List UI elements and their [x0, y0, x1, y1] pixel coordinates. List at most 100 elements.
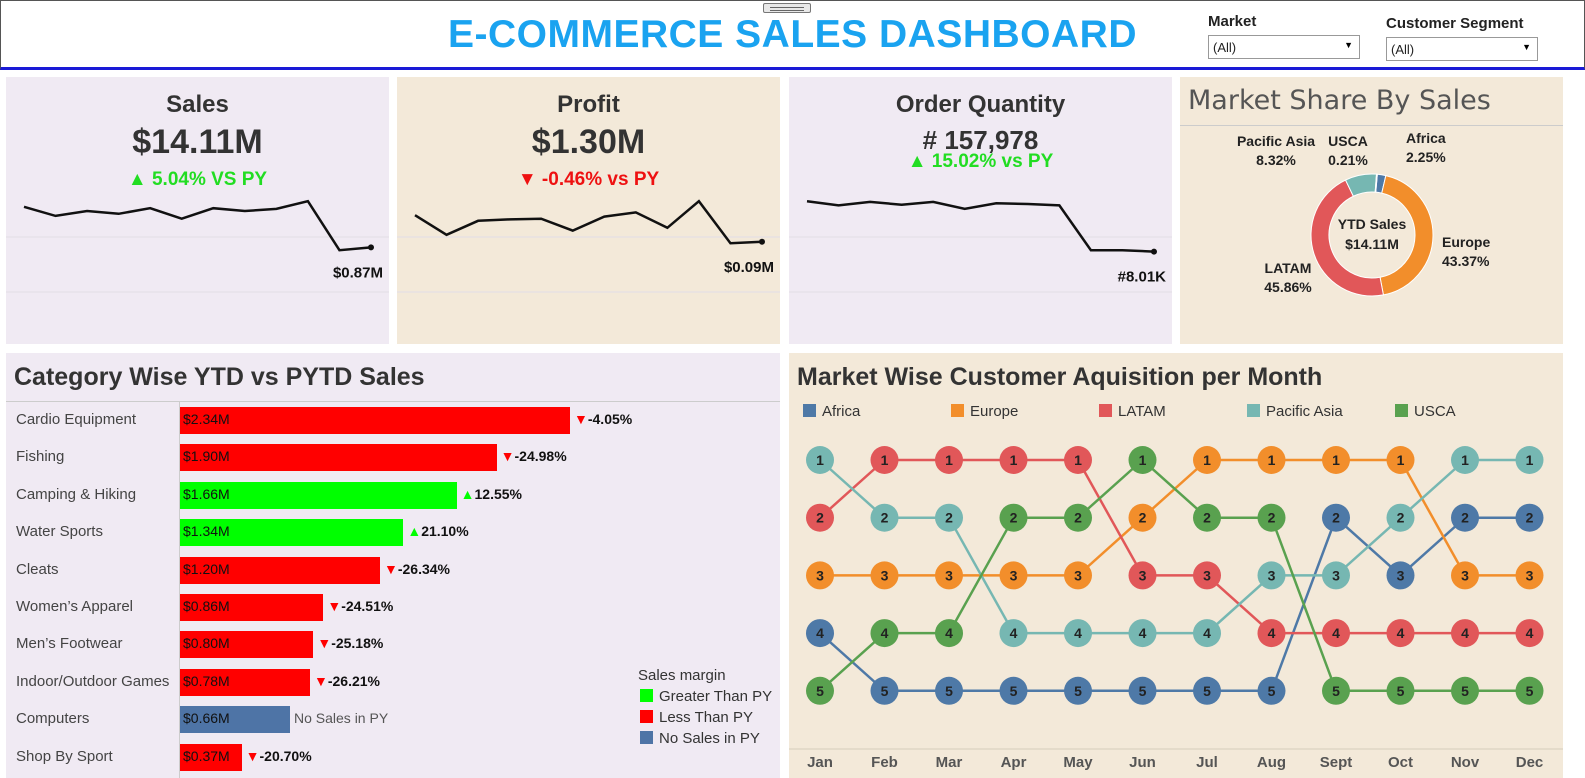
down-triangle-icon: ▼: [500, 448, 515, 465]
series-point-label: 5: [816, 683, 824, 699]
market-share-donut: Africa 2.25% Europe 43.37% LATAM 45.86% Pacifi…: [1237, 130, 1490, 297]
series-point-label: 1: [1526, 452, 1534, 468]
down-triangle-icon: ▼: [384, 560, 398, 577]
customer-segment-filter-dropdown[interactable]: (All) ▼: [1386, 37, 1538, 61]
category-bar-value: $0.78M: [183, 672, 230, 689]
series-point-label: 2: [1461, 510, 1469, 526]
kpi-orders-card: Order Quantity # 157,978 ▲ 15.02% vs PY …: [789, 77, 1172, 344]
market-filter-dropdown[interactable]: (All) ▼: [1208, 35, 1360, 59]
category-bar-value: $0.37M: [183, 747, 230, 764]
category-bar-value: $1.66M: [183, 485, 230, 502]
customer-segment-filter: Customer Segment (All) ▼: [1386, 15, 1538, 61]
sales-margin-legend-title: Sales margin: [638, 667, 726, 684]
series-point-label: 4: [1332, 625, 1340, 641]
series-point-label: 1: [1461, 452, 1469, 468]
donut-label-name: USCA: [1328, 133, 1368, 149]
series-point-label: 1: [1074, 452, 1082, 468]
category-label: Cardio Equipment: [16, 411, 137, 428]
series-point-label: 5: [1397, 683, 1405, 699]
x-tick-label: Jan: [807, 754, 833, 771]
donut-label-name: Africa: [1406, 130, 1446, 146]
series-point-label: 5: [1268, 683, 1276, 699]
dashboard-header: E-COMMERCE SALES DASHBOARD Market (All) …: [0, 0, 1585, 70]
market-filter-label: Market: [1208, 13, 1257, 30]
donut-label-value: 2.25%: [1406, 149, 1446, 165]
series-point-label: 3: [1139, 567, 1147, 583]
donut-center-label: YTD Sales: [1338, 216, 1407, 232]
profit-sparkline: $0.09M: [397, 199, 780, 293]
x-tick-label: Apr: [1001, 754, 1027, 771]
donut-label-value: 0.21%: [1328, 152, 1368, 168]
category-bar-value: $2.34M: [183, 411, 230, 427]
market-filter: Market (All) ▼: [1208, 13, 1360, 59]
series-point-label: 3: [881, 567, 889, 583]
kpi-profit-card: Profit $1.30M ▼ -0.46% vs PY $0.09M: [397, 77, 780, 344]
legend-item: No Sales in PY: [640, 730, 760, 747]
series-point-label: 1: [881, 452, 889, 468]
series-point-label: 3: [1074, 567, 1082, 583]
down-triangle-icon: ▼: [317, 635, 332, 652]
series-point-label: 3: [1203, 567, 1211, 583]
series-point-label: 2: [1203, 510, 1211, 526]
series-point-label: 4: [881, 625, 889, 641]
series-point-label: 1: [1010, 452, 1018, 468]
series-point-label: 3: [1010, 567, 1018, 583]
category-bar-change: ▼-26.34%: [384, 560, 451, 577]
x-tick-label: Jun: [1129, 754, 1156, 771]
donut-label-value: 43.37%: [1442, 253, 1490, 269]
series-point-label: 4: [1203, 625, 1211, 641]
series-point-label: 5: [1332, 683, 1340, 699]
category-label: Camping & Hiking: [16, 485, 137, 503]
series-line-pacific-asia: [819, 458, 1530, 635]
category-bar-change: ▼-24.98%: [500, 448, 567, 465]
series-point-label: 1: [1332, 452, 1340, 468]
series-point-label: 2: [1268, 510, 1276, 526]
kpi-sales-card: Sales $14.11M ▲ 5.04% VS PY $0.87M: [6, 77, 389, 344]
category-bar-change: ▼-25.18%: [317, 635, 384, 652]
legend-swatch: [640, 731, 653, 744]
series-point-label: 3: [1332, 567, 1340, 583]
series-point-label: 2: [881, 510, 889, 526]
sparkline-last-label: #8.01K: [1118, 269, 1167, 286]
acquisition-panel: Market Wise Customer Aquisition per Mont…: [789, 353, 1563, 778]
down-triangle-icon: ▼: [245, 747, 260, 764]
series-point-label: 4: [945, 625, 953, 641]
x-tick-label: Feb: [871, 754, 898, 771]
customer-segment-filter-value: (All): [1391, 42, 1415, 57]
sparkline-path: [806, 199, 1155, 253]
legend-label: Greater Than PY: [659, 688, 773, 705]
category-bar-change: ▼-26.21%: [314, 672, 381, 689]
series-point-label: 4: [1397, 625, 1405, 641]
category-label: Indoor/Outdoor Games: [16, 672, 170, 690]
series-point-label: 3: [1268, 567, 1276, 583]
up-triangle-icon: ▲: [407, 523, 422, 540]
category-panel: Category Wise YTD vs PYTD Sales Cardio E…: [6, 353, 780, 778]
series-point-label: 4: [1010, 625, 1018, 641]
sales-sparkline: $0.87M: [6, 199, 389, 293]
x-tick-label: Oct: [1388, 754, 1413, 771]
series-point-label: 5: [1526, 683, 1534, 699]
series-point-label: 5: [1461, 683, 1469, 699]
series-point-label: 1: [945, 452, 953, 468]
category-label: Men’s Footwear: [16, 635, 123, 653]
x-tick-label: Nov: [1451, 754, 1480, 771]
series-point-label: 4: [1074, 625, 1082, 641]
category-label: Cleats: [16, 560, 59, 578]
category-bar[interactable]: [180, 407, 570, 434]
donut-center-value: $14.11M: [1345, 236, 1399, 252]
sparkline-path: [23, 199, 372, 252]
down-triangle-icon: ▼: [327, 598, 342, 614]
category-bar-change: ▲21.10%: [407, 523, 469, 540]
category-bar-value: $1.34M: [183, 523, 230, 540]
series-point-label: 1: [1139, 452, 1147, 468]
legend-item: Greater Than PY: [640, 688, 772, 705]
series-point-label: 4: [816, 625, 824, 641]
series-point-label: 2: [1010, 510, 1018, 526]
category-bar-value: $1.20M: [183, 560, 230, 577]
x-tick-label: Sept: [1320, 754, 1353, 771]
category-bar-change: ▼-24.51%: [327, 598, 394, 614]
category-bar-change: ▲12.55%: [460, 485, 522, 502]
category-label: Women’s Apparel: [16, 598, 134, 615]
series-point-label: 3: [1461, 567, 1469, 583]
drag-handle-icon[interactable]: [763, 3, 811, 13]
